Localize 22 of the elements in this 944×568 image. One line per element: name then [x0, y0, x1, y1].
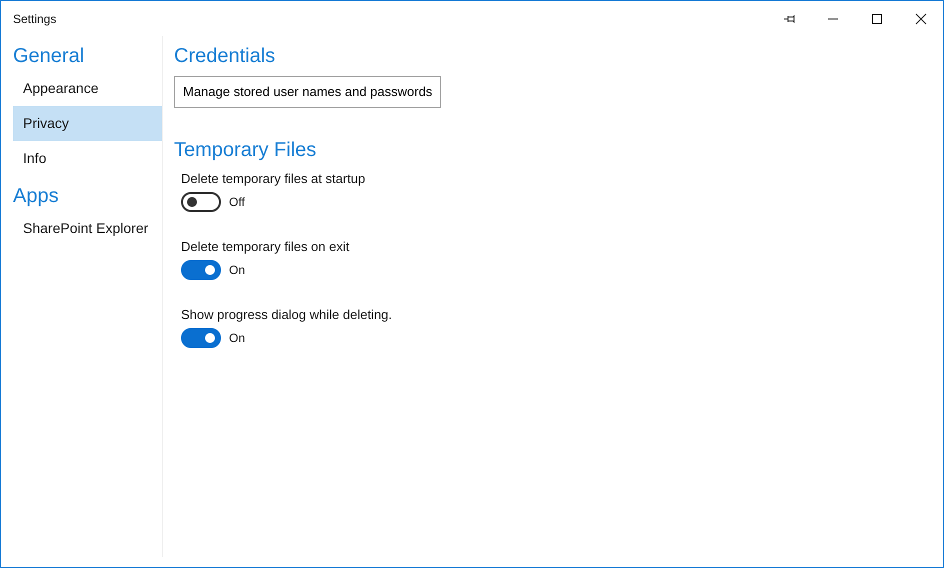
sidebar-item[interactable]: Info	[13, 141, 162, 176]
toggle-switch[interactable]	[181, 192, 221, 212]
group-heading: Apps	[13, 184, 60, 208]
manage-credentials-button[interactable]: Manage stored user names and passwords	[174, 76, 442, 108]
group-heading: General	[13, 44, 86, 68]
pin-icon	[783, 12, 795, 24]
window-title: Settings	[12, 10, 58, 28]
sidebar-item[interactable]: SharePoint Explorer	[13, 211, 162, 246]
section-heading: Temporary Files	[174, 138, 318, 162]
sidebar-item[interactable]: Privacy	[13, 106, 162, 141]
toggle-state: On	[229, 262, 246, 279]
toggle-switch[interactable]	[181, 328, 221, 348]
maximize-icon	[871, 12, 883, 24]
sidebar-item[interactable]: Appearance	[13, 71, 162, 106]
toggle-switch[interactable]	[181, 260, 221, 280]
section-heading: Credentials	[174, 44, 276, 68]
toggle-state: Off	[229, 194, 245, 211]
toggle-state: On	[229, 330, 246, 347]
toggle-label: Show progress dialog while deleting.	[181, 306, 394, 324]
close-icon	[915, 12, 927, 24]
toggle-label: Delete temporary files at startup	[181, 170, 366, 188]
toggle-label: Delete temporary files on exit	[181, 238, 350, 256]
